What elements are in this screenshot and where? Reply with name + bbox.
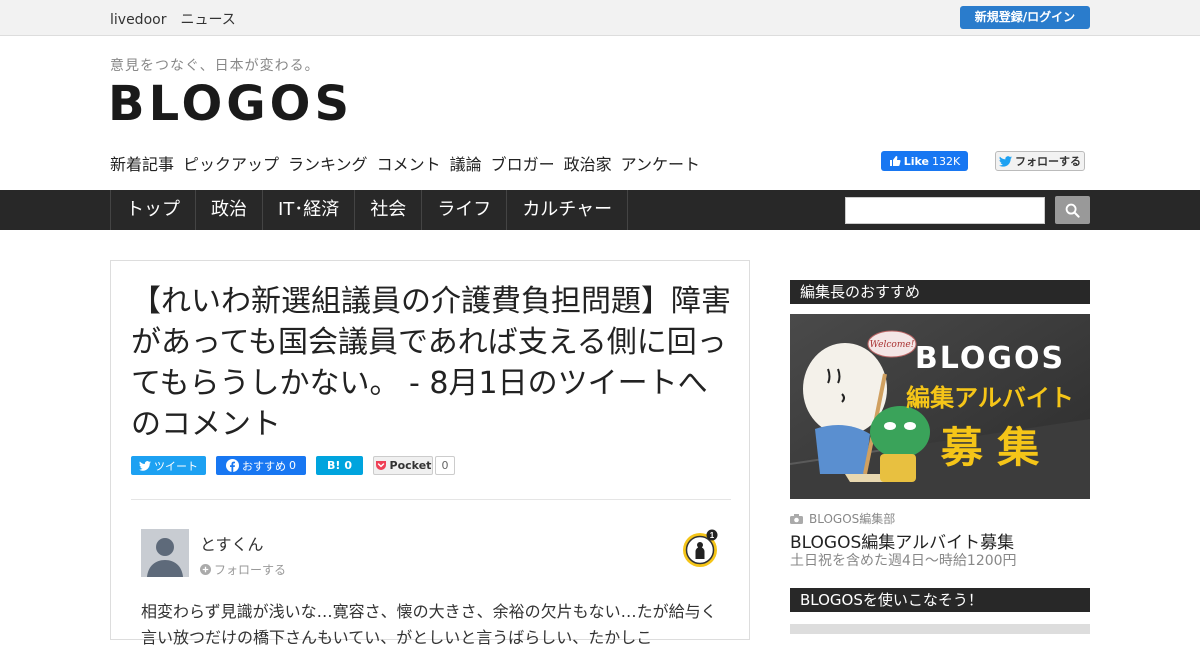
article-title: 【れいわ新選組議員の介護費負担問題】障害があっても国会議員であれば支える側に回っ… (131, 284, 731, 442)
author-name[interactable]: とすくん (200, 531, 264, 555)
plus-circle-icon (200, 564, 211, 575)
promo-illustration: Welcome! BLOGOS 編集アルバイト 募 集 (790, 314, 1090, 499)
editor-pick-heading: 編集長のおすすめ (790, 280, 1090, 304)
pocket-label: Pocket (389, 459, 432, 472)
pocket-count: 0 (435, 456, 455, 475)
category-top[interactable]: トップ (111, 190, 196, 230)
nav-bloggers[interactable]: ブロガー (491, 151, 555, 175)
promo-line1: 編集アルバイト (906, 384, 1074, 412)
signup-login-button[interactable]: 新規登録/ログイン (960, 6, 1090, 29)
search-icon (1065, 203, 1080, 218)
pick-subtitle: 土日祝を含めた週4日〜時給1200円 (790, 553, 1017, 569)
author-avatar[interactable] (141, 529, 189, 577)
promo-banner[interactable]: Welcome! BLOGOS 編集アルバイト 募 集 (790, 314, 1090, 499)
default-user-icon (147, 538, 183, 577)
site-tagline: 意見をつなぐ、日本が変わる。 (110, 58, 320, 74)
follow-author-button[interactable]: フォローする (200, 561, 286, 578)
main-nav: 新着記事 ピックアップ ランキング コメント 議論 ブロガー 政治家 アンケート (110, 151, 700, 175)
nav-new-articles[interactable]: 新着記事 (110, 151, 174, 175)
category-life[interactable]: ライフ (422, 190, 508, 230)
promo-line2: 募 集 (940, 423, 1040, 472)
author-badge-icon: 1 (683, 529, 718, 567)
pick-source: BLOGOS編集部 (790, 510, 895, 527)
nav-ranking[interactable]: ランキング (288, 151, 368, 175)
nav-comments[interactable]: コメント (377, 151, 441, 175)
promo-bubble: Welcome! (870, 340, 915, 350)
hatena-bookmark-button[interactable]: B! 0 (316, 456, 363, 475)
divider (131, 499, 731, 500)
facebook-like-button[interactable]: Like 132K (881, 151, 968, 171)
livedoor-news-link[interactable]: livedoor ニュース (110, 9, 236, 29)
howto-heading: BLOGOSを使いこなそう！ (790, 588, 1090, 612)
facebook-recommend-button[interactable]: おすすめ 0 (216, 456, 306, 475)
fb-like-label: Like (903, 154, 930, 168)
category-politics[interactable]: 政治 (196, 190, 263, 230)
nav-pickup[interactable]: ピックアップ (183, 151, 279, 175)
fb-recommend-label: おすすめ (242, 459, 286, 473)
thumbs-up-icon (889, 156, 901, 166)
nav-politicians[interactable]: 政治家 (564, 151, 612, 175)
follow-label: フォローする (214, 563, 287, 577)
category-society[interactable]: 社会 (355, 190, 423, 230)
twitter-bird-icon (999, 155, 1012, 167)
howto-banner[interactable] (790, 624, 1090, 634)
hatena-count: 0 (344, 459, 353, 472)
nav-discussion[interactable]: 議論 (450, 151, 482, 175)
category-culture[interactable]: カルチャー (507, 190, 629, 230)
search-button[interactable] (1055, 196, 1090, 224)
site-logo[interactable]: BLOGOS (108, 78, 353, 130)
category-it-economy[interactable]: IT･経済 (263, 190, 356, 230)
search-input[interactable] (845, 197, 1045, 224)
tweet-button[interactable]: ツイート (131, 456, 206, 475)
twitter-follow-label: フォローする (1015, 155, 1081, 168)
fb-like-count: 132K (932, 154, 961, 168)
share-buttons: ツイート おすすめ 0 B! 0 Pocket 0 (131, 456, 455, 476)
twitter-follow-button[interactable]: フォローする (995, 151, 1085, 171)
nav-survey[interactable]: アンケート (621, 151, 700, 175)
pick-source-label: BLOGOS編集部 (809, 512, 896, 526)
comment-body: 相変わらず見識が浅いな…寛容さ、懐の大きさ、余裕の欠片もない…たが給与く言い放つ… (141, 602, 717, 647)
pocket-icon (375, 461, 386, 470)
promo-logo: BLOGOS (915, 341, 1065, 376)
pocket-button[interactable]: Pocket (373, 456, 433, 475)
article-card: 【れいわ新選組議員の介護費負担問題】障害があっても国会議員であれば支える側に回っ… (110, 260, 750, 647)
twitter-bird-icon (139, 460, 151, 471)
facebook-icon (226, 459, 239, 472)
tweet-label: ツイート (154, 459, 198, 473)
top-bar: livedoor ニュース 新規登録/ログイン (0, 0, 1200, 36)
fb-recommend-count: 0 (289, 459, 296, 472)
badge-count: 1 (710, 531, 715, 540)
hatena-b-icon: B! (326, 459, 341, 472)
camera-icon (790, 513, 803, 524)
